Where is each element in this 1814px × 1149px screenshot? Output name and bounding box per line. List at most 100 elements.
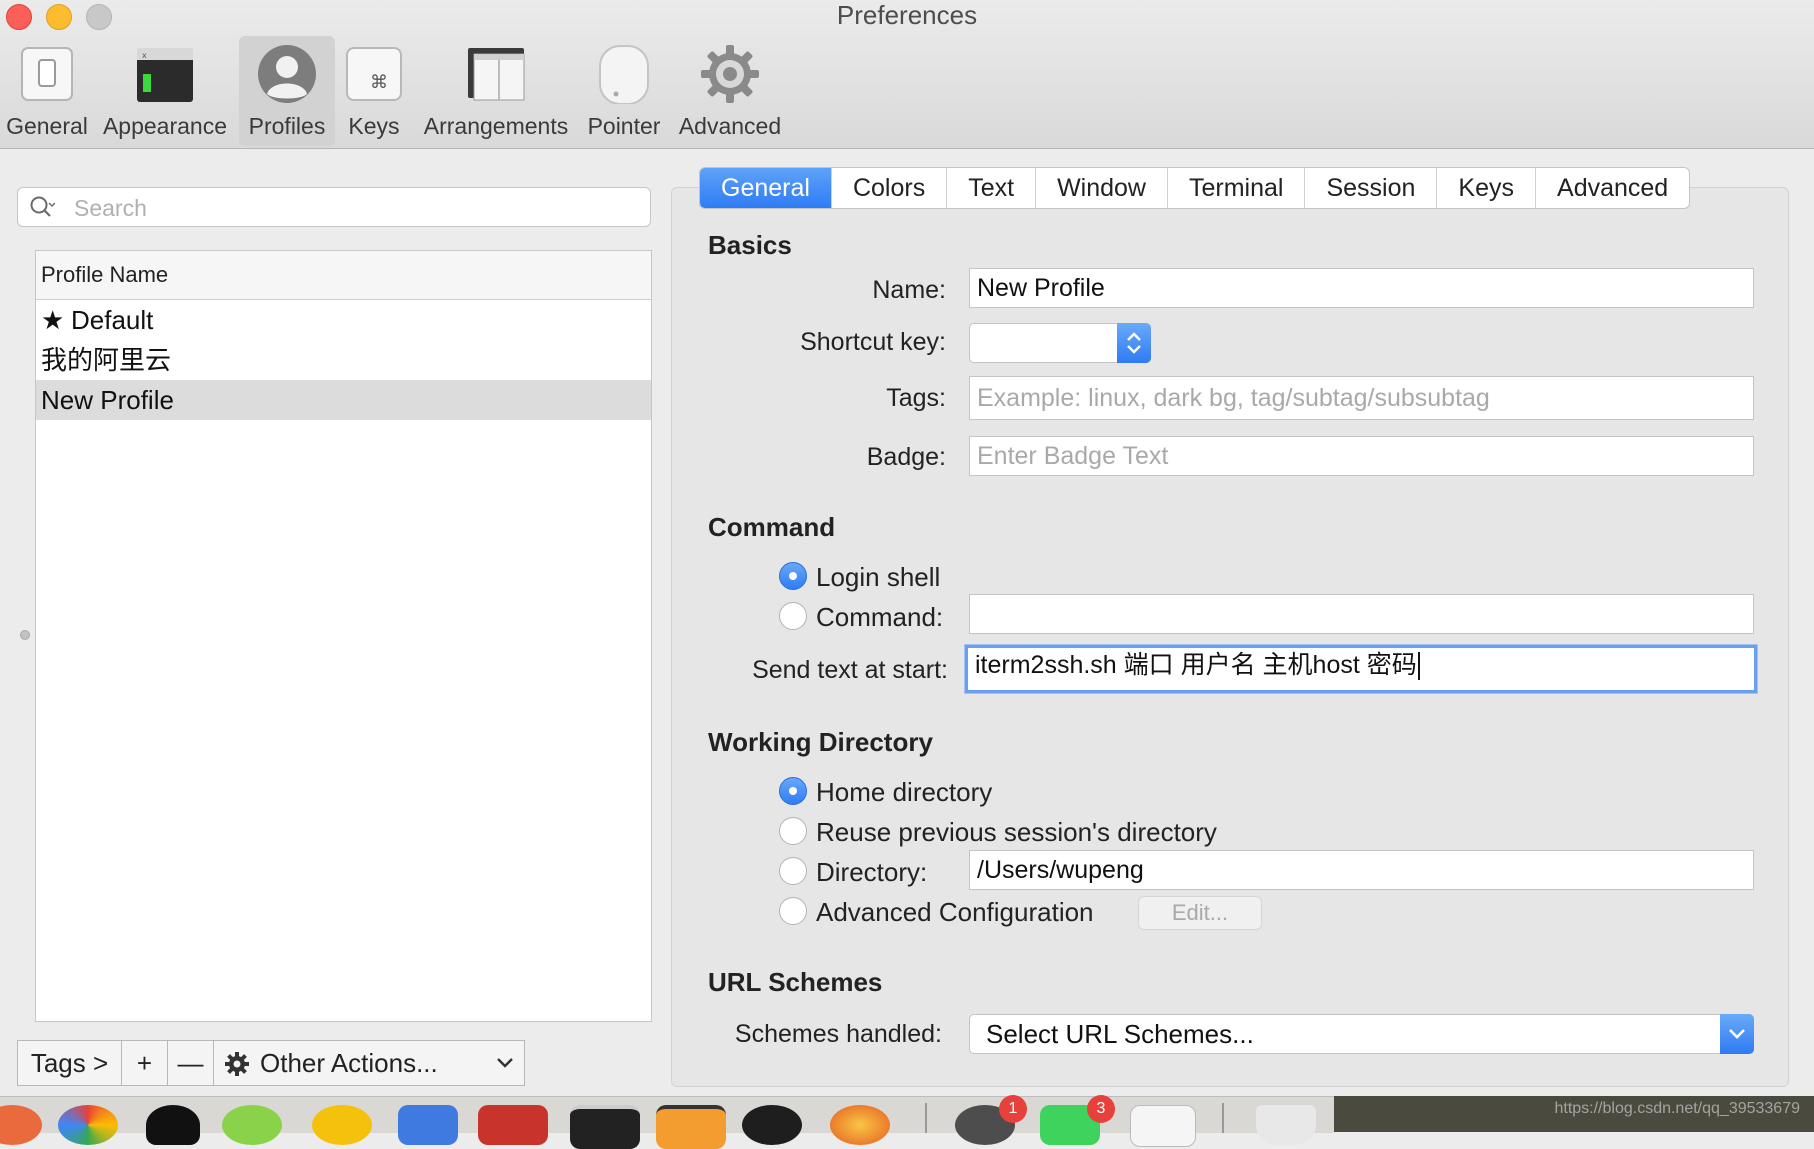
search-input[interactable] (72, 192, 636, 224)
shortcut-key-popup[interactable] (969, 323, 1151, 363)
profile-row-label: 我的阿里云 (41, 345, 172, 375)
badge-label: Badge: (866, 443, 946, 471)
toolbar-pointer[interactable]: Pointer (580, 36, 668, 146)
notification-badge: 1 (999, 1095, 1027, 1123)
toolbar-appearance[interactable]: x Appearance (100, 36, 230, 146)
tab-colors[interactable]: Colors (832, 168, 948, 208)
dock-app-icon[interactable] (656, 1105, 726, 1149)
working-directory-heading: Working Directory (708, 727, 933, 757)
tab-text[interactable]: Text (947, 168, 1037, 208)
redis-app-icon[interactable] (478, 1105, 548, 1145)
url-schemes-popup[interactable]: Select URL Schemes... (969, 1014, 1754, 1054)
url-schemes-popup-button[interactable] (1720, 1014, 1754, 1054)
command-field[interactable] (969, 594, 1754, 634)
toolbar-arrangements[interactable]: Arrangements (418, 36, 574, 146)
profile-row-label: Default (71, 305, 154, 335)
tags-field[interactable]: Example: linux, dark bg, tag/subtag/subs… (969, 376, 1754, 420)
dock-app-icon[interactable] (0, 1105, 42, 1145)
toolbar-label: Advanced (678, 113, 782, 139)
gear-icon (225, 1052, 249, 1076)
dock: 1 3 (0, 1095, 1814, 1149)
search-icon (30, 196, 55, 217)
url-schemes-value: Select URL Schemes... (986, 1019, 1254, 1049)
profile-name-column-header[interactable]: Profile Name (36, 251, 651, 300)
home-directory-radio[interactable] (779, 777, 807, 805)
reuse-directory-radio[interactable] (779, 817, 807, 845)
advanced-gear-icon (701, 45, 759, 103)
firefox-app-icon[interactable] (830, 1105, 890, 1145)
arrangements-icon (468, 48, 525, 101)
toolbar-label: Appearance (102, 113, 228, 139)
split-view-handle[interactable] (20, 630, 30, 640)
dock-app-icon[interactable] (398, 1105, 458, 1145)
tags-button[interactable]: Tags > (18, 1041, 122, 1085)
preferences-window: Preferences General x Appearance Profile… (0, 0, 1814, 1096)
directory-field[interactable]: /Users/wupeng (969, 850, 1754, 890)
login-shell-label[interactable]: Login shell (816, 562, 940, 593)
dock-separator (1222, 1103, 1224, 1133)
window-title: Preferences (836, 0, 978, 30)
title-toolbar: Preferences General x Appearance Profile… (0, 0, 1814, 149)
toolbar-general[interactable]: General (2, 36, 92, 146)
textedit-app-icon[interactable] (1130, 1105, 1196, 1147)
terminal-app-icon[interactable] (570, 1105, 640, 1149)
name-label: Name: (872, 276, 946, 304)
profile-row-default[interactable]: ★ Default (36, 300, 651, 340)
pointer-icon (599, 45, 649, 104)
svg-text:x: x (142, 51, 147, 60)
home-directory-label[interactable]: Home directory (816, 777, 992, 808)
toolbar-label: Profiles (248, 113, 326, 139)
other-actions-popup[interactable]: Other Actions... (214, 1041, 524, 1085)
toolbar-advanced[interactable]: Advanced (674, 36, 786, 146)
command-radio[interactable] (779, 602, 807, 630)
appearance-icon: x (137, 48, 193, 102)
shortcut-key-stepper[interactable] (1117, 323, 1151, 363)
advanced-config-label[interactable]: Advanced Configuration (816, 897, 1094, 928)
notification-badge: 3 (1087, 1095, 1115, 1123)
dock-app-icon[interactable] (58, 1105, 118, 1145)
dock-app-icon[interactable] (312, 1105, 372, 1145)
toolbar-label: Keys (348, 113, 400, 139)
tab-general[interactable]: General (700, 168, 832, 208)
send-text-field[interactable]: iterm2ssh.sh 端口 用户名 主机host 密码 (965, 645, 1757, 693)
basics-heading: Basics (708, 230, 792, 260)
send-text-label: Send text at start: (752, 656, 948, 684)
send-text-value: iterm2ssh.sh 端口 用户名 主机host 密码 (975, 651, 1417, 679)
login-shell-radio[interactable] (779, 562, 807, 590)
advanced-config-radio[interactable] (779, 897, 807, 925)
qq-app-icon[interactable] (146, 1105, 200, 1145)
toolbar-profiles[interactable]: Profiles (239, 36, 335, 146)
command-label[interactable]: Command: (816, 602, 943, 633)
keys-icon: ⌘ (346, 47, 402, 101)
directory-radio[interactable] (779, 857, 807, 885)
dock-app-icon[interactable] (742, 1105, 802, 1145)
svg-text:⌘: ⌘ (370, 72, 388, 93)
edit-advanced-config-button[interactable]: Edit... (1138, 896, 1262, 930)
profile-row-aliyun[interactable]: 我的阿里云 (36, 340, 651, 380)
tab-keys[interactable]: Keys (1437, 168, 1537, 208)
wechat-app-icon[interactable] (222, 1105, 282, 1145)
name-field[interactable]: New Profile (969, 268, 1754, 308)
profile-row-new-profile[interactable]: New Profile (36, 380, 651, 420)
add-profile-button[interactable]: + (122, 1041, 168, 1085)
directory-label[interactable]: Directory: (816, 857, 927, 888)
trash-icon[interactable] (1256, 1105, 1316, 1145)
toolbar-keys[interactable]: ⌘ Keys (340, 36, 408, 146)
profile-search-field[interactable] (17, 187, 651, 227)
reuse-directory-label[interactable]: Reuse previous session's directory (816, 817, 1217, 848)
badge-field[interactable]: Enter Badge Text (969, 436, 1754, 476)
tab-window[interactable]: Window (1036, 168, 1168, 208)
up-down-chevron-icon (1127, 332, 1141, 354)
tab-advanced[interactable]: Advanced (1536, 168, 1689, 208)
tab-terminal[interactable]: Terminal (1168, 168, 1306, 208)
watermark: https://blog.csdn.net/qq_39533679 (1554, 1100, 1800, 1117)
toolbar-label: General (6, 113, 88, 139)
chevron-down-icon (497, 1058, 513, 1068)
toolbar-label: Arrangements (423, 113, 569, 139)
star-icon: ★ (41, 305, 65, 335)
toolbar-label: Pointer (587, 113, 661, 139)
tab-session[interactable]: Session (1305, 168, 1438, 208)
dock-shelf: 1 3 (0, 1095, 1334, 1149)
remove-profile-button[interactable]: — (168, 1041, 214, 1085)
profile-actions-bar: Tags > + — Other Actions... (17, 1040, 525, 1086)
